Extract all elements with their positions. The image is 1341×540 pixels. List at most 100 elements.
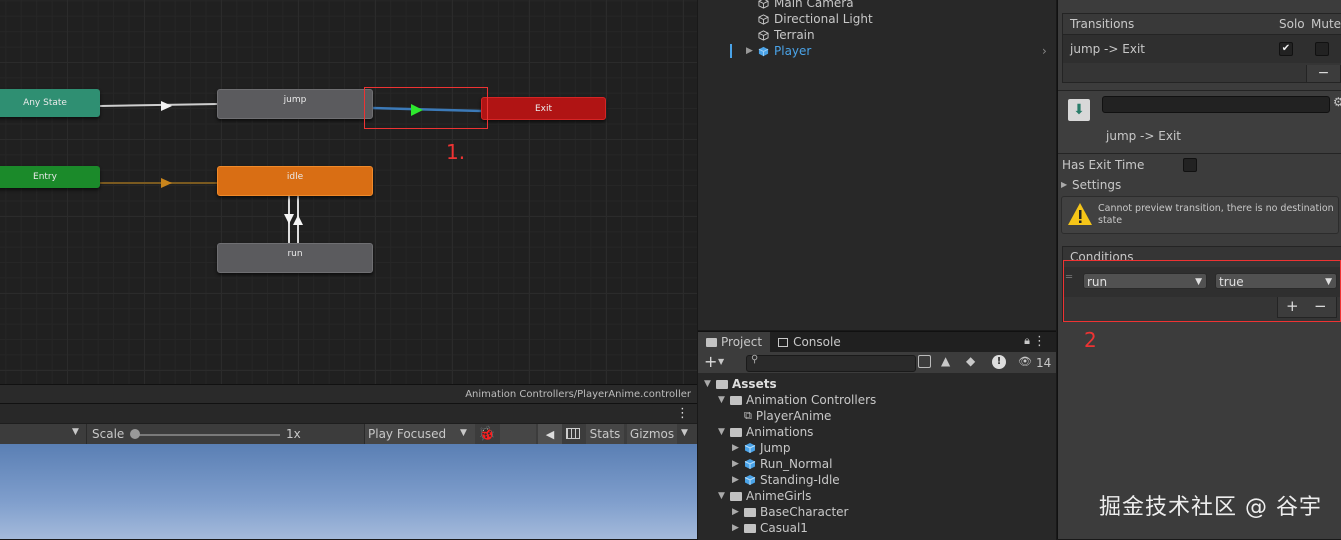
label-tag-icon[interactable]: ◆ [966,354,975,368]
gear-icon[interactable]: ⚙ [1333,95,1341,109]
more-options-icon[interactable]: ⋮ [676,406,689,421]
gizmos-button[interactable]: Gizmos [627,424,677,445]
collapsed-arrow-icon[interactable]: ▶ [732,459,744,469]
lock-icon[interactable]: 🔒︎ [1024,334,1030,348]
transition-row[interactable]: jump -> Exit ✔ [1063,35,1341,63]
chevron-right-icon[interactable]: › [1042,44,1047,58]
state-idle[interactable]: idle [217,166,373,196]
mute-label: Mute [1311,17,1341,31]
state-run[interactable]: run [217,243,373,273]
project-toolbar: + ▼ ⚲ ▲ ◆ ! 👁︎ 14 [698,352,1056,373]
project-tree-item[interactable]: ▼ Assets [704,376,777,392]
collapsed-arrow-icon[interactable]: ▶ [732,507,744,517]
project-tree-item[interactable]: ▶ Run_Normal [732,456,832,472]
transitions-list: Transitions Solo Mute jump -> Exit ✔ − [1062,13,1341,83]
project-tree-label: AnimeGirls [746,489,812,503]
project-tree-item[interactable]: ▶ Casual1 [732,520,808,536]
filter-type-icon[interactable]: ▲ [941,354,950,368]
gameobject-cube-icon [758,29,769,41]
display-dropdown-caret-icon[interactable]: ▼ [72,427,79,437]
hierarchy-item-player[interactable]: ▶ Player [746,43,811,59]
search-input[interactable]: ⚲ [746,354,916,372]
gameobject-cube-icon [758,0,769,9]
state-entry[interactable]: Entry [0,166,100,188]
tab-project[interactable]: Project [698,332,771,352]
project-tree-item[interactable]: ▶ Jump [732,440,790,456]
add-icon[interactable]: + [704,352,717,371]
solo-checkbox[interactable]: ✔ [1279,42,1293,56]
expand-arrow-icon[interactable]: ▶ [746,46,758,56]
gizmos-dropdown-icon[interactable]: ▼ [681,428,688,438]
animator-graph[interactable]: Any State Entry jump idle run Exit 1. [0,0,697,400]
project-tree-label: Jump [760,441,791,455]
bug-icon[interactable]: 🐞 [478,426,495,442]
hierarchy-item-label: Player [774,44,812,58]
model-icon [744,459,756,469]
hierarchy-item[interactable]: Directional Light [758,11,873,27]
inspector-panel: Transitions Solo Mute jump -> Exit ✔ − ⬇… [1057,0,1341,539]
project-tree-item[interactable]: ▶ Standing-Idle [732,472,840,488]
toolbar-spacer [500,424,536,445]
remove-transition-button[interactable]: − [1306,65,1341,83]
expanded-arrow-icon[interactable]: ▼ [718,395,730,405]
hierarchy-panel: Main Camera Directional Light Terrain ▶ … [698,0,1056,330]
has-exit-time-checkbox[interactable] [1183,158,1197,172]
more-options-icon[interactable]: ⋮ [1033,334,1046,349]
mute-checkbox[interactable] [1315,42,1329,56]
state-label: Entry [33,172,57,182]
hierarchy-item[interactable]: Terrain [758,27,815,43]
transition-any-jump[interactable] [99,103,219,107]
tab-console[interactable]: Console [770,332,849,352]
settings-foldout[interactable]: Settings [1072,178,1121,192]
warning-box: Cannot preview transition, there is no d… [1061,196,1339,234]
expanded-arrow-icon[interactable]: ▼ [704,379,716,389]
warning-text: Cannot preview transition, there is no d… [1098,203,1334,226]
project-tabs: Project Console 🔒︎ ⋮ [698,332,1056,352]
chevron-down-icon[interactable]: ▼ [718,357,724,366]
arrow-icon [284,214,294,224]
project-tree-item[interactable]: ▶ BaseCharacter [732,504,848,520]
stats-button[interactable]: Stats [586,424,624,445]
state-jump[interactable]: jump [217,89,373,119]
project-tree-item[interactable]: ▼ AnimeGirls [718,488,811,504]
scale-slider-handle[interactable] [130,429,140,439]
warning-filter-icon[interactable]: ! [992,355,1006,369]
project-tree-item[interactable]: ▼ Animations [718,424,813,440]
search-by-type-icon[interactable] [918,355,931,368]
animator-controller-icon: ⧉ [744,409,752,422]
grid-icon[interactable] [566,428,580,439]
audio-mute-icon[interactable]: ◀︎ [538,424,562,445]
state-any-state[interactable]: Any State [0,89,100,117]
selection-marker [730,44,732,58]
project-tree-item[interactable]: ⧉ PlayerAnime [732,408,831,424]
collapsed-arrow-icon[interactable]: ▶ [732,475,744,485]
hierarchy-item[interactable]: Main Camera [758,0,854,11]
folder-icon [744,523,756,533]
folder-icon [730,395,742,405]
transition-lines [99,101,483,244]
scale-slider-track[interactable] [134,434,280,436]
folder-icon [730,427,742,437]
foldout-arrow-icon[interactable]: ▶ [1061,180,1067,189]
collapsed-arrow-icon[interactable]: ▶ [732,443,744,453]
play-mode-dropdown[interactable]: Play Focused ▼ [364,424,475,445]
tab-label: Console [793,335,841,349]
scale-value: 1x [286,427,301,441]
model-icon [744,443,756,453]
state-exit[interactable]: Exit [481,97,606,120]
annotation-box-2 [1063,260,1341,322]
warning-icon [1068,203,1092,225]
controller-path: Animation Controllers/PlayerAnime.contro… [465,389,691,400]
project-tree-item[interactable]: ▼ Animation Controllers [718,392,876,408]
expanded-arrow-icon[interactable]: ▼ [718,427,730,437]
game-tab-bar: ⋮ [0,403,697,424]
transition-name-field[interactable] [1102,96,1330,113]
transitions-header: Transitions Solo Mute [1063,14,1341,35]
watermark-text: 掘金技术社区 @ 谷宇 [1099,495,1322,520]
annotation-box-1 [364,87,488,129]
hidden-packages-icon[interactable]: 👁︎ [1018,355,1032,368]
scale-label: Scale [92,427,125,441]
expanded-arrow-icon[interactable]: ▼ [718,491,730,501]
collapsed-arrow-icon[interactable]: ▶ [732,523,744,533]
game-viewport[interactable] [0,444,697,539]
